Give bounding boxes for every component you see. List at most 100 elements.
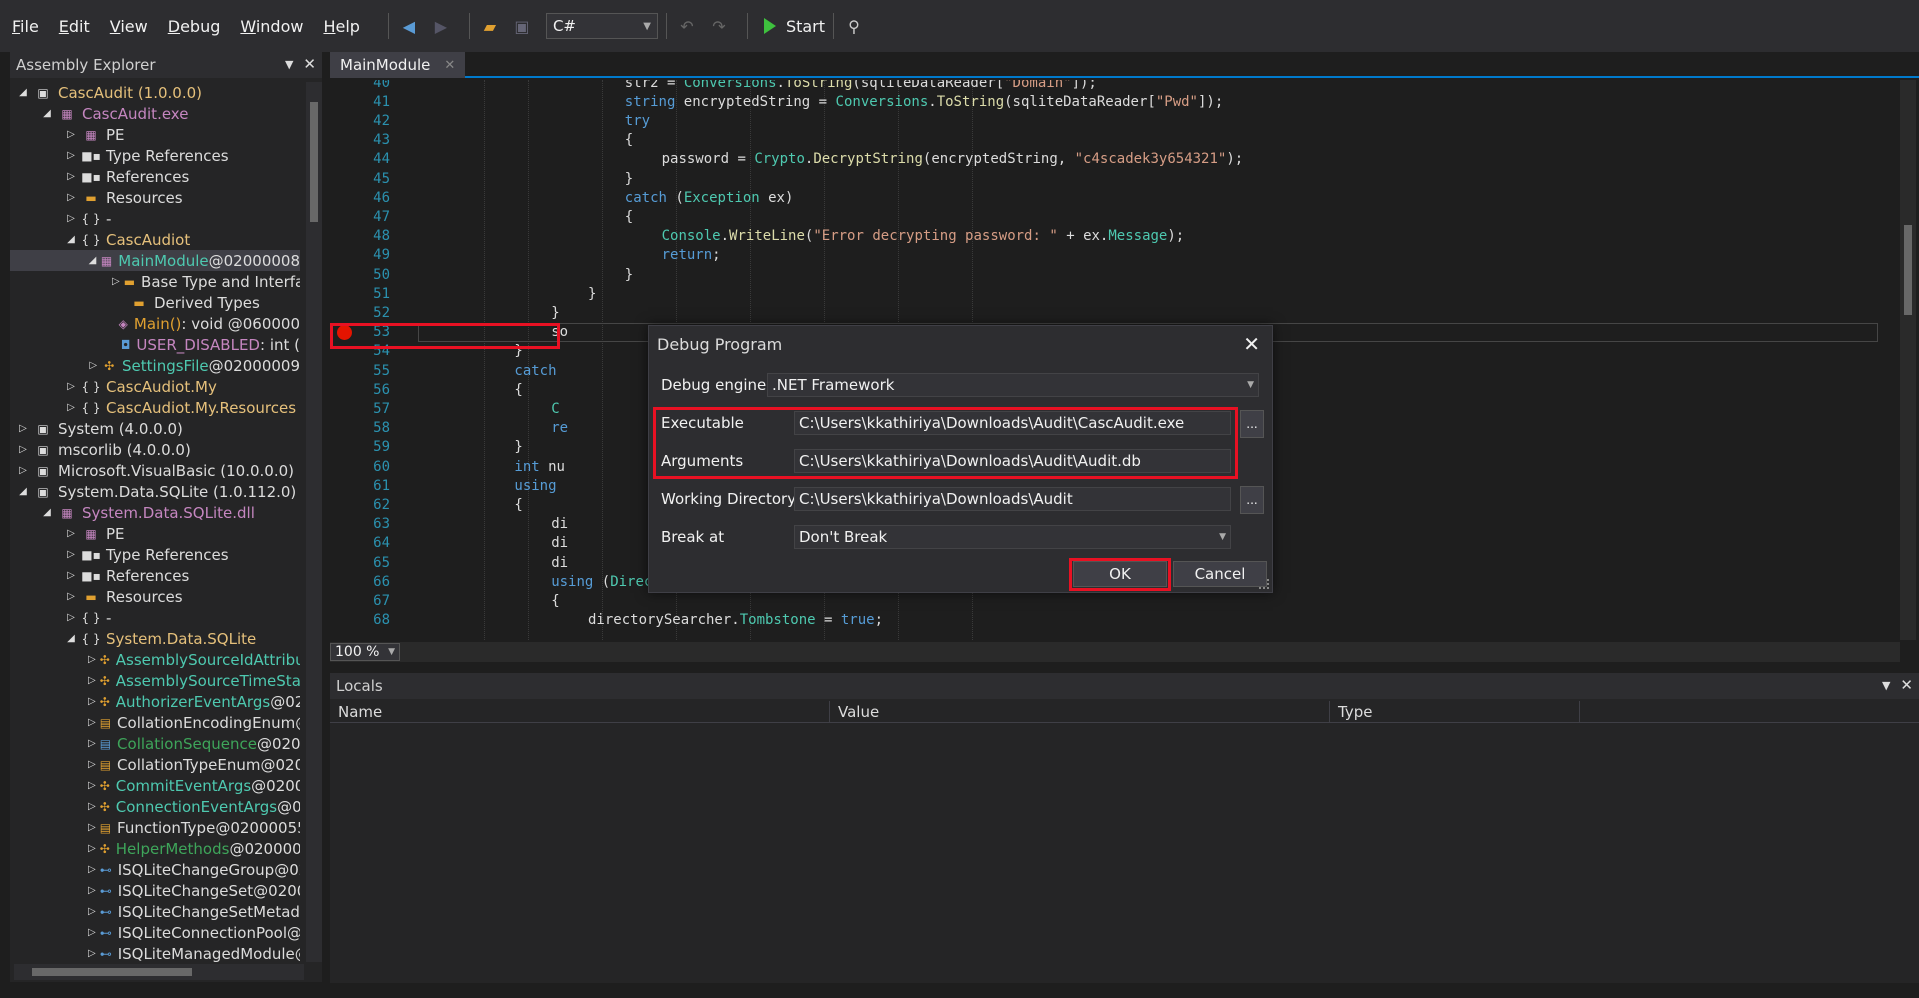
collapsed-arrow-icon[interactable]: ▷: [16, 465, 30, 476]
collapsed-arrow-icon[interactable]: ▷: [64, 129, 78, 140]
scrollbar-thumb[interactable]: [310, 102, 318, 222]
tree-item[interactable]: ▷ ■▪ References: [10, 565, 300, 586]
tree-item[interactable]: ▷{ } -: [10, 607, 300, 628]
tree-item[interactable]: ▷ ▬ Resources: [10, 187, 300, 208]
resize-grip-icon[interactable]: [1259, 579, 1269, 589]
column-header-value[interactable]: Value: [830, 701, 1330, 723]
tree-item[interactable]: ▷ ✣ CommitEventArgs @0200: [10, 775, 300, 796]
dropdown-icon[interactable]: ▼: [285, 58, 293, 73]
working-directory-browse-button[interactable]: ...: [1240, 486, 1264, 514]
tree-item[interactable]: ▷ ✣ SettingsFile @02000009: [10, 355, 300, 376]
zoom-select[interactable]: 100 % ▼: [330, 643, 400, 661]
tree-item[interactable]: ▷{ } CascAudiot.My.Resources: [10, 397, 300, 418]
menu-view[interactable]: View: [110, 17, 148, 36]
save-all-icon[interactable]: ▣: [510, 14, 534, 38]
column-header-type[interactable]: Type: [1330, 701, 1580, 723]
editor-vertical-scrollbar[interactable]: [1900, 80, 1916, 640]
dropdown-icon[interactable]: ▼: [1882, 679, 1890, 694]
collapsed-arrow-icon[interactable]: ▷: [88, 948, 96, 959]
expanded-arrow-icon[interactable]: ◢: [40, 108, 54, 119]
tree-item[interactable]: ▷ ▦ PE: [10, 523, 300, 544]
collapsed-arrow-icon[interactable]: ▷: [64, 381, 78, 392]
collapsed-arrow-icon[interactable]: ▷: [64, 528, 78, 539]
collapsed-arrow-icon[interactable]: ▷: [16, 444, 30, 455]
tree-item[interactable]: ▬ Derived Types: [10, 292, 300, 313]
collapsed-arrow-icon[interactable]: ▷: [88, 717, 96, 728]
collapsed-arrow-icon[interactable]: ▷: [88, 780, 96, 791]
collapsed-arrow-icon[interactable]: ▷: [88, 864, 96, 875]
undo-icon[interactable]: ↶: [675, 14, 699, 38]
redo-icon[interactable]: ↷: [707, 14, 731, 38]
collapsed-arrow-icon[interactable]: ▷: [88, 906, 96, 917]
back-icon[interactable]: ◀: [397, 14, 421, 38]
tree-item[interactable]: ▷▤ CollationEncodingEnum @: [10, 712, 300, 733]
tree-item[interactable]: ▷ ■▪ Type References: [10, 544, 300, 565]
debug-engine-select[interactable]: .NET Framework ▼: [767, 373, 1259, 397]
expanded-arrow-icon[interactable]: ◢: [88, 255, 97, 266]
collapsed-arrow-icon[interactable]: ▷: [64, 150, 78, 161]
collapsed-arrow-icon[interactable]: ▷: [64, 213, 78, 224]
expanded-arrow-icon[interactable]: ◢: [40, 507, 54, 518]
language-select[interactable]: C# ▼: [545, 13, 658, 39]
working-directory-field[interactable]: C:\Users\kkathiriya\Downloads\Audit: [794, 487, 1231, 511]
tree-item[interactable]: ▷ ▣ mscorlib (4.0.0.0): [10, 439, 300, 460]
cancel-button[interactable]: Cancel: [1173, 561, 1267, 587]
forward-icon[interactable]: ▶: [429, 14, 453, 38]
tree-item[interactable]: ▷ ✣ AssemblySourceTimeStan: [10, 670, 300, 691]
close-icon[interactable]: ✕: [1243, 332, 1260, 356]
tree-item[interactable]: ◢ ▣ System.Data.SQLite (1.0.112.0): [10, 481, 300, 502]
menu-debug[interactable]: Debug: [168, 17, 221, 36]
collapsed-arrow-icon[interactable]: ▷: [112, 276, 120, 287]
collapsed-arrow-icon[interactable]: ▷: [88, 696, 96, 707]
tree-item[interactable]: ▷ ⊷ ISQLiteChangeSetMetada: [10, 901, 300, 922]
tree-item[interactable]: ▷ ✣ AuthorizerEventArgs @02: [10, 691, 300, 712]
close-icon[interactable]: ✕: [303, 55, 316, 73]
menu-help[interactable]: Help: [323, 17, 359, 36]
tree-item[interactable]: ▷{ } CascAudiot.My: [10, 376, 300, 397]
tree-item[interactable]: ▷⊷ ISQLiteManagedModule @: [10, 943, 300, 963]
tree-item[interactable]: ◢ ▦ System.Data.SQLite.dll: [10, 502, 300, 523]
tree-item[interactable]: ▷{ } -: [10, 208, 300, 229]
collapsed-arrow-icon[interactable]: ▷: [64, 612, 78, 623]
tree-item[interactable]: ▷ ■▪ References: [10, 166, 300, 187]
tree-item[interactable]: ▷ ■▪ Type References: [10, 145, 300, 166]
tree-item[interactable]: ▷⊷ ISQLiteChangeSet @0200: [10, 880, 300, 901]
open-folder-icon[interactable]: ▰: [478, 14, 502, 38]
expanded-arrow-icon[interactable]: ◢: [16, 87, 30, 98]
tree-item[interactable]: ▷ ▤ CollationTypeEnum @020: [10, 754, 300, 775]
tree-item[interactable]: ◢{ } CascAudiot: [10, 229, 300, 250]
collapsed-arrow-icon[interactable]: ▷: [88, 738, 96, 749]
tab-mainmodule[interactable]: MainModule ✕: [330, 52, 466, 78]
collapsed-arrow-icon[interactable]: ▷: [88, 801, 96, 812]
expanded-arrow-icon[interactable]: ◢: [64, 633, 78, 644]
collapsed-arrow-icon[interactable]: ▷: [88, 822, 96, 833]
tree-item[interactable]: ◘ USER_DISABLED : int (: [10, 334, 300, 355]
executable-browse-button[interactable]: ...: [1240, 410, 1264, 438]
tree-item[interactable]: ◈ Main() : void @060000: [10, 313, 300, 334]
menu-window[interactable]: Window: [240, 17, 303, 36]
tree-item[interactable]: ▷⊷ ISQLiteConnectionPool @: [10, 922, 300, 943]
tree-item[interactable]: ▷ ✣ ConnectionEventArgs @0: [10, 796, 300, 817]
collapsed-arrow-icon[interactable]: ▷: [64, 591, 78, 602]
collapsed-arrow-icon[interactable]: ▷: [88, 885, 96, 896]
menu-file[interactable]: File: [12, 17, 39, 36]
tree-item[interactable]: ▷ ▤ CollationSequence @020: [10, 733, 300, 754]
collapsed-arrow-icon[interactable]: ▷: [88, 675, 96, 686]
tree-item[interactable]: ▷ ▦ PE: [10, 124, 300, 145]
explorer-vertical-scrollbar[interactable]: [306, 82, 322, 962]
collapsed-arrow-icon[interactable]: ▷: [64, 192, 78, 203]
collapsed-arrow-icon[interactable]: ▷: [88, 360, 99, 371]
close-icon[interactable]: ✕: [1900, 676, 1913, 694]
collapsed-arrow-icon[interactable]: ▷: [88, 927, 96, 938]
tree-item[interactable]: ◢ ▦ MainModule @02000008: [10, 250, 300, 271]
collapsed-arrow-icon[interactable]: ▷: [88, 654, 96, 665]
tree-item[interactable]: ▷ ✣ AssemblySourceIdAttribut: [10, 649, 300, 670]
tree-item[interactable]: ▷ ▬ Resources: [10, 586, 300, 607]
tree-item[interactable]: ▷ ▣ System (4.0.0.0): [10, 418, 300, 439]
collapsed-arrow-icon[interactable]: ▷: [64, 570, 78, 581]
collapsed-arrow-icon[interactable]: ▷: [16, 423, 30, 434]
tree-item[interactable]: ▷ ✣ HelperMethods @020000: [10, 838, 300, 859]
collapsed-arrow-icon[interactable]: ▷: [64, 402, 78, 413]
column-header-name[interactable]: Name: [330, 701, 830, 723]
menu-edit[interactable]: Edit: [59, 17, 90, 36]
